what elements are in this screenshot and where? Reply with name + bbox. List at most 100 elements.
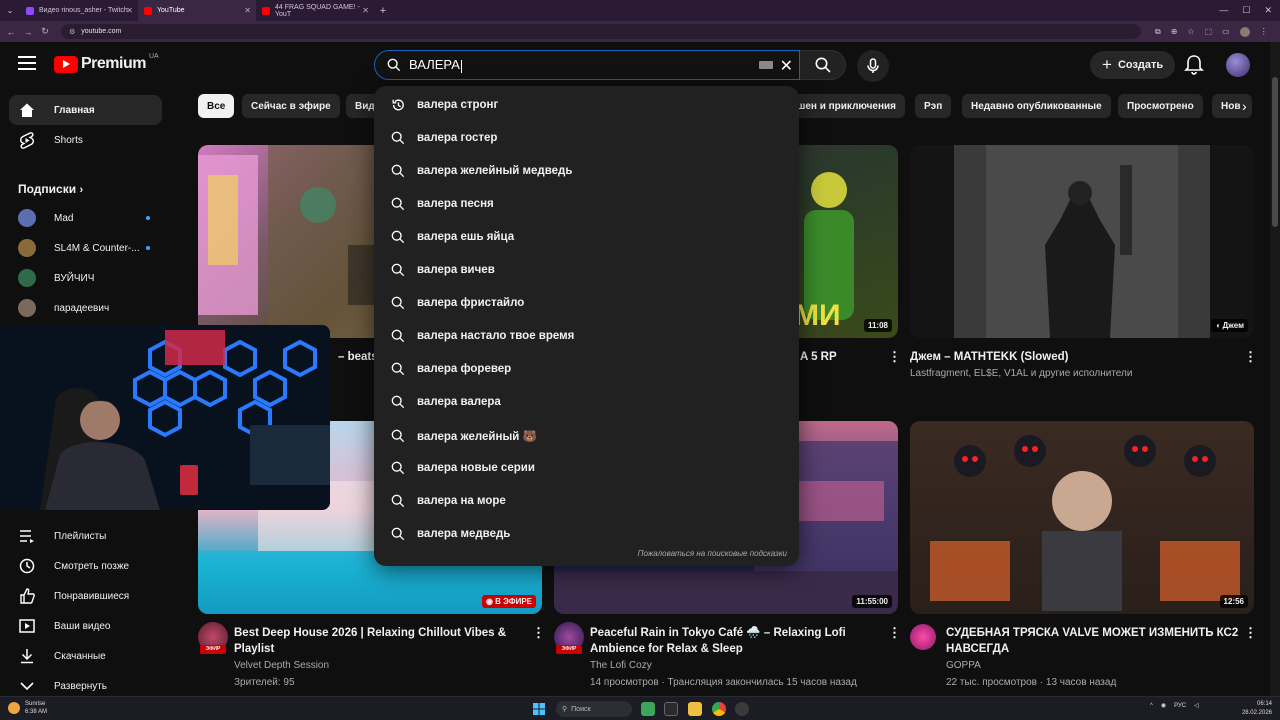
sidebar-item-downloads[interactable]: Скачанные bbox=[9, 641, 162, 671]
video-menu-icon[interactable]: ⋮ bbox=[1244, 625, 1257, 641]
new-tab-button[interactable]: + bbox=[374, 5, 392, 17]
channel-name[interactable]: Lastfragment, EL$E, V1AL и другие исполн… bbox=[910, 366, 1132, 382]
video-title[interactable]: Джем – MATHTEKK (Slowed) bbox=[910, 349, 1069, 365]
page-scrollbar[interactable] bbox=[1270, 42, 1280, 696]
address-bar[interactable]: ⚙ youtube.com bbox=[61, 24, 1141, 39]
subscriptions-heading[interactable]: Подписки › bbox=[18, 182, 83, 196]
account-avatar[interactable] bbox=[1226, 53, 1250, 77]
suggestion-item[interactable]: валера фристайло bbox=[374, 286, 799, 319]
video-title[interactable]: – beats t bbox=[338, 349, 378, 365]
sidebar-item-home[interactable]: Главная bbox=[9, 95, 162, 125]
sidepanel-icon[interactable]: ▭ bbox=[1222, 27, 1230, 36]
taskbar-app-icon[interactable] bbox=[735, 702, 749, 716]
video-thumbnail[interactable]: 12:56 bbox=[910, 421, 1254, 614]
video-menu-icon[interactable]: ⋮ bbox=[888, 625, 901, 641]
weather-widget[interactable]: Sunrise 6:38 AM bbox=[8, 700, 47, 716]
file-explorer-icon[interactable] bbox=[688, 702, 702, 716]
video-thumbnail[interactable]: ◖ Джем bbox=[910, 145, 1254, 338]
suggestion-item[interactable]: валера стронг bbox=[374, 88, 799, 121]
maximize-icon[interactable]: ☐ bbox=[1242, 5, 1250, 16]
close-window-icon[interactable]: ✕ bbox=[1264, 5, 1272, 16]
windows-start-icon[interactable] bbox=[533, 703, 545, 715]
chips-next-arrow-icon[interactable]: › bbox=[1242, 94, 1260, 118]
video-menu-icon[interactable]: ⋮ bbox=[1244, 349, 1257, 365]
tray-chevron-icon[interactable]: ^ bbox=[1150, 703, 1153, 709]
browser-menu-icon[interactable]: ⋮ bbox=[1260, 27, 1268, 36]
search-input[interactable]: ВАЛЕРА ✕ bbox=[374, 50, 800, 80]
zoom-icon[interactable]: ⊕ bbox=[1171, 27, 1178, 36]
reload-icon[interactable]: ↻ bbox=[39, 26, 51, 37]
taskbar-app-icon[interactable] bbox=[641, 702, 655, 716]
minimize-icon[interactable]: — bbox=[1219, 5, 1228, 16]
sidebar-item-subscription[interactable]: Mad bbox=[9, 203, 162, 233]
video-title[interactable]: Peaceful Rain in Tokyo Café 🌧️ – Relaxin… bbox=[590, 625, 880, 657]
keyboard-icon[interactable] bbox=[759, 61, 773, 69]
tab-close-icon[interactable]: ✕ bbox=[126, 6, 133, 15]
sidebar-item-your-videos[interactable]: Ваши видео bbox=[9, 611, 162, 641]
menu-icon[interactable] bbox=[18, 56, 36, 70]
chip-watched[interactable]: Просмотрено bbox=[1118, 94, 1203, 118]
chip-recently-uploaded[interactable]: Недавно опубликованные bbox=[962, 94, 1111, 118]
clear-search-icon[interactable]: ✕ bbox=[780, 56, 793, 76]
tab-search-icon[interactable]: ⌄ bbox=[0, 6, 20, 15]
create-button[interactable]: + Создать bbox=[1090, 51, 1176, 79]
chip-all[interactable]: Все bbox=[198, 94, 235, 118]
suggestion-item[interactable]: валера валера bbox=[374, 385, 799, 418]
chip-adventure[interactable]: шен и приключения bbox=[788, 94, 905, 118]
chip-live[interactable]: Сейчас в эфире bbox=[242, 94, 340, 118]
report-suggestions-link[interactable]: Пожаловаться на поисковые подсказки bbox=[638, 549, 787, 558]
taskbar-search-input[interactable]: ⚲ Поиск bbox=[556, 701, 632, 717]
browser-tab-youtube-2[interactable]: 44 FRAG SQUAD GAME! - YouT ✕ bbox=[256, 0, 374, 21]
browser-tab-twitch[interactable]: Видео rinous_asher - Twitch ✕ bbox=[20, 0, 138, 21]
channel-name[interactable]: The Lofi Cozy bbox=[590, 658, 652, 674]
suggestion-item[interactable]: валера желейный 🐻 bbox=[374, 419, 799, 452]
channel-name[interactable]: Velvet Depth Session bbox=[234, 658, 329, 674]
bookmark-star-icon[interactable]: ☆ bbox=[1187, 27, 1194, 36]
suggestion-item[interactable]: валера песня bbox=[374, 187, 799, 220]
forward-icon[interactable]: → bbox=[22, 27, 34, 37]
browser-profile-avatar[interactable] bbox=[1239, 26, 1250, 37]
suggestion-item[interactable]: валера новые серии bbox=[374, 451, 799, 484]
voice-search-button[interactable] bbox=[857, 50, 889, 82]
suggestion-item[interactable]: валера желейный медведь bbox=[374, 154, 799, 187]
browser-tab-youtube[interactable]: YouTube ✕ bbox=[138, 0, 256, 21]
sidebar-item-shorts[interactable]: Shorts bbox=[9, 125, 162, 155]
extensions-icon[interactable]: ⬚ bbox=[1205, 27, 1213, 36]
tray-app-icon[interactable]: ◉ bbox=[1161, 702, 1166, 709]
sidebar-item-liked[interactable]: Понравившиеся bbox=[9, 581, 162, 611]
chip-rap[interactable]: Рэп bbox=[915, 94, 952, 118]
scrollbar-thumb[interactable] bbox=[1272, 77, 1278, 227]
youtube-premium-logo[interactable]: Premium UA bbox=[54, 53, 159, 73]
tab-close-icon[interactable]: ✕ bbox=[362, 6, 369, 15]
notifications-bell-icon[interactable] bbox=[1184, 54, 1204, 76]
video-title[interactable]: СУДЕБНАЯ ТРЯСКА VALVE МОЖЕТ ИЗМЕНИТЬ КС2… bbox=[946, 625, 1242, 657]
suggestion-item[interactable]: валера форевер bbox=[374, 352, 799, 385]
back-icon[interactable]: ← bbox=[5, 27, 17, 37]
channel-name[interactable]: GOPPA bbox=[946, 658, 981, 674]
suggestion-item[interactable]: валера медведь bbox=[374, 517, 799, 550]
video-title[interactable]: Best Deep House 2026 | Relaxing Chillout… bbox=[234, 625, 524, 657]
taskbar-app-icon[interactable] bbox=[664, 702, 678, 716]
sidebar-item-subscription[interactable]: SL4M & Counter-... bbox=[9, 233, 162, 263]
video-menu-icon[interactable]: ⋮ bbox=[888, 349, 901, 365]
site-info-icon[interactable]: ⚙ bbox=[69, 28, 75, 36]
sidebar-item-subscription[interactable]: ВУЙЧИЧ bbox=[9, 263, 162, 293]
video-menu-icon[interactable]: ⋮ bbox=[532, 625, 545, 641]
channel-avatar[interactable] bbox=[910, 624, 936, 650]
tab-close-icon[interactable]: ✕ bbox=[244, 6, 251, 15]
taskbar-clock[interactable]: 06:14 28.02.2026 bbox=[1238, 700, 1272, 718]
suggestion-item[interactable]: валера настало твое время bbox=[374, 319, 799, 352]
keyboard-layout[interactable]: РУС bbox=[1174, 703, 1186, 709]
video-title[interactable]: A 5 RP bbox=[800, 349, 837, 365]
sidebar-item-playlists[interactable]: Плейлисты bbox=[9, 521, 162, 551]
sidebar-item-watch-later[interactable]: Смотреть позже bbox=[9, 551, 162, 581]
cast-icon[interactable]: ⧉ bbox=[1155, 27, 1161, 37]
sidebar-item-subscription[interactable]: парадеевич bbox=[9, 293, 162, 323]
suggestion-item[interactable]: валера ешь яйца bbox=[374, 220, 799, 253]
chrome-icon[interactable] bbox=[712, 702, 726, 716]
volume-icon[interactable]: ◁ bbox=[1194, 702, 1199, 709]
search-button[interactable] bbox=[800, 50, 846, 80]
suggestion-item[interactable]: валера на море bbox=[374, 484, 799, 517]
suggestion-item[interactable]: валера вичев bbox=[374, 253, 799, 286]
suggestion-item[interactable]: валера гостер bbox=[374, 121, 799, 154]
